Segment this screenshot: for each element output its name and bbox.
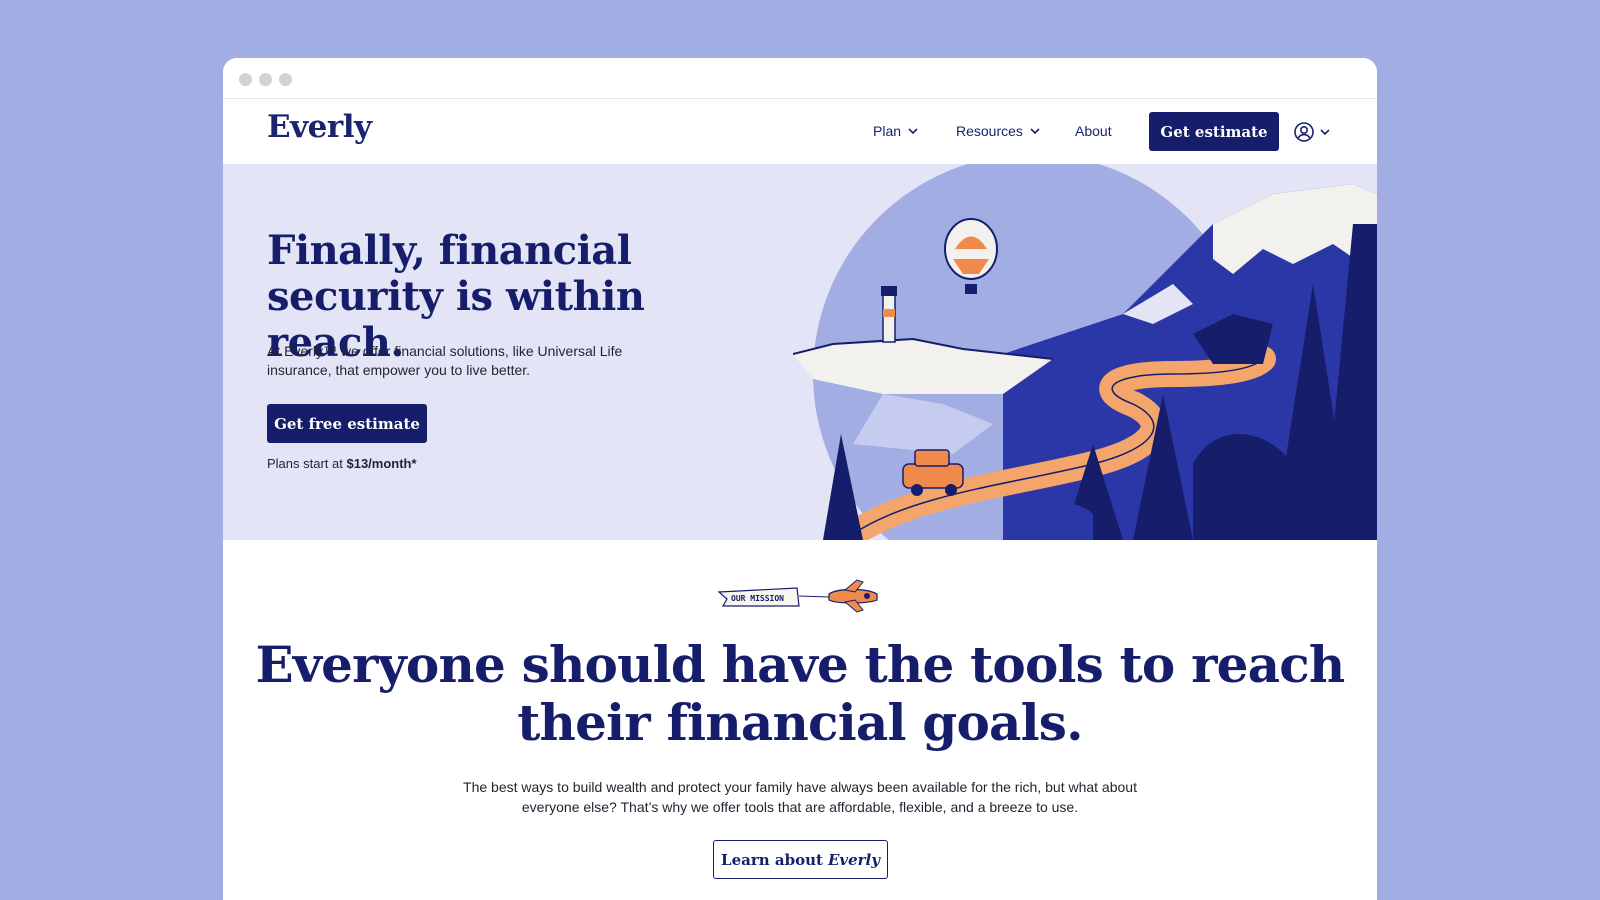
price-value: $13/month* [346, 456, 417, 471]
everly-logo[interactable]: Everly [267, 109, 372, 145]
learn-about-brand: Everly [827, 850, 880, 869]
get-free-estimate-button[interactable]: Get free estimate [267, 404, 427, 443]
nav-plan[interactable]: Plan [873, 123, 919, 139]
get-estimate-button[interactable]: Get estimate [1149, 112, 1279, 151]
browser-chrome [223, 58, 1377, 99]
chevron-down-icon [1320, 129, 1330, 136]
mission-section: OUR MISSION Everyone should have the too… [223, 540, 1377, 900]
nav-about-label: About [1075, 123, 1112, 139]
window-close-dot[interactable] [239, 73, 252, 86]
nav-about[interactable]: About [1075, 123, 1112, 139]
nav-resources-label: Resources [956, 123, 1023, 139]
chevron-down-icon [1030, 128, 1040, 135]
window-maximize-dot[interactable] [279, 73, 292, 86]
learn-about-label: Learn about [721, 850, 823, 869]
window-minimize-dot[interactable] [259, 73, 272, 86]
price-prefix: Plans start at [267, 456, 347, 471]
nav-resources[interactable]: Resources [956, 123, 1041, 139]
site-header: Everly Plan Resources About Get estimate [223, 99, 1377, 164]
price-note: Plans start at $13/month* [267, 456, 417, 471]
hero-subtitle: At Everly™ we offer financial solutions,… [267, 343, 623, 378]
chevron-down-icon [908, 128, 918, 135]
mission-title: Everyone should have the tools to reach … [255, 635, 1346, 752]
learn-about-everly-button[interactable]: Learn about Everly [713, 840, 888, 879]
nav-plan-label: Plan [873, 123, 902, 139]
user-circle-icon [1294, 122, 1314, 142]
browser-window: Everly Plan Resources About Get estimate… [223, 58, 1377, 900]
mission-banner-plane: OUR MISSION [717, 579, 878, 613]
hero-section: Finally, financial security is within re… [223, 164, 1377, 540]
account-menu[interactable] [1293, 121, 1331, 143]
hero-illustration [793, 164, 1377, 540]
mission-body: The best ways to build wealth and protec… [463, 779, 1137, 815]
mission-banner-text: OUR MISSION [731, 594, 784, 603]
